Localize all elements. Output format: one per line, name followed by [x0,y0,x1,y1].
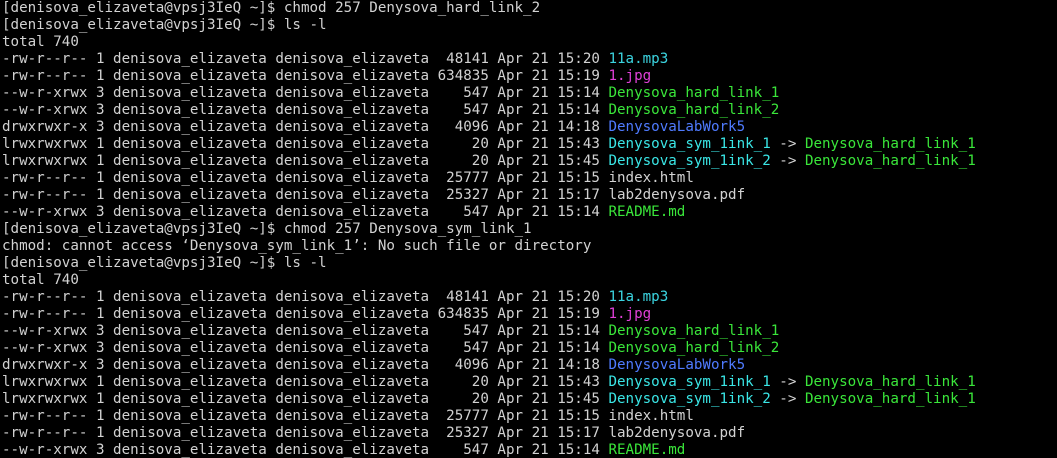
terminal-text-segment: README.md [608,442,686,458]
terminal-text-segment: -rw-r--r-- 1 denisova_elizaveta denisova… [2,425,746,441]
terminal-text-segment: 11a.mp3 [608,51,669,67]
terminal-line: lrwxrwxrwx 1 denisova_elizaveta denisova… [2,153,1057,170]
terminal-text-segment: Denysova_hard_link_1 [804,153,976,169]
terminal-text-segment: [denisova_elizaveta@vpsj3IeQ ~]$ ls -l [2,255,327,271]
terminal-text-segment: lrwxrwxrwx 1 denisova_elizaveta denisova… [2,153,609,169]
terminal-text-segment: chmod: cannot access ‘Denysova_sym_link_… [2,238,592,254]
terminal-text-segment: -rw-r--r-- 1 denisova_elizaveta denisova… [2,306,609,322]
terminal-line: -rw-r--r-- 1 denisova_elizaveta denisova… [2,306,1057,323]
terminal-line: --w-r-xrwx 3 denisova_elizaveta denisova… [2,340,1057,357]
terminal-line: -rw-r--r-- 1 denisova_elizaveta denisova… [2,187,1057,204]
terminal-text-segment: Denysova_sym_1ink_1 [608,374,771,390]
terminal-text-segment: Denysova_hard_link_1 [804,374,976,390]
terminal-line: [denisova_elizaveta@vpsj3IeQ ~]$ chmod 2… [2,0,1057,17]
terminal-text-segment: -> [770,391,805,407]
terminal-text-segment: -> [770,136,805,152]
terminal-line: lrwxrwxrwx 1 denisova_elizaveta denisova… [2,391,1057,408]
terminal-line: lrwxrwxrwx 1 denisova_elizaveta denisova… [2,136,1057,153]
terminal-text-segment: [denisova_elizaveta@vpsj3IeQ ~]$ ls -l [2,17,327,33]
terminal-line: -rw-r--r-- 1 denisova_elizaveta denisova… [2,68,1057,85]
terminal-line: [denisova_elizaveta@vpsj3IeQ ~]$ chmod 2… [2,221,1057,238]
terminal-text-segment: -rw-r--r-- 1 denisova_elizaveta denisova… [2,170,694,186]
terminal-line: -rw-r--r-- 1 denisova_elizaveta denisova… [2,51,1057,68]
terminal-line: drwxrwxr-x 3 denisova_elizaveta denisova… [2,357,1057,374]
terminal-text-segment: DenysovaLabWork5 [608,357,746,373]
terminal-text-segment: README.md [608,204,686,220]
terminal-text-segment: -> [770,374,805,390]
terminal-text-segment: total 740 [2,272,79,288]
terminal-text-segment: Denysova_hard_link_1 [608,85,780,101]
terminal-line: --w-r-xrwx 3 denisova_elizaveta denisova… [2,442,1057,458]
terminal-text-segment: drwxrwxr-x 3 denisova_elizaveta denisova… [2,119,609,135]
terminal-text-segment: -rw-r--r-- 1 denisova_elizaveta denisova… [2,289,609,305]
terminal-line: lrwxrwxrwx 1 denisova_elizaveta denisova… [2,374,1057,391]
terminal-line: --w-r-xrwx 3 denisova_elizaveta denisova… [2,204,1057,221]
terminal-text-segment: -rw-r--r-- 1 denisova_elizaveta denisova… [2,51,609,67]
terminal-text-segment: 1.jpg [608,68,652,84]
terminal-text-segment: Denysova_sym_1ink_2 [608,391,771,407]
terminal-line: chmod: cannot access ‘Denysova_sym_link_… [2,238,1057,255]
terminal-text-segment: Denysova_hard_link_2 [608,102,780,118]
terminal-text-segment: DenysovaLabWork5 [608,119,746,135]
terminal-text-segment: Denysova_hard_link_1 [608,323,780,339]
terminal-line: --w-r-xrwx 3 denisova_elizaveta denisova… [2,102,1057,119]
terminal-text-segment: lrwxrwxrwx 1 denisova_elizaveta denisova… [2,136,609,152]
terminal-line: -rw-r--r-- 1 denisova_elizaveta denisova… [2,170,1057,187]
terminal-text-segment: -rw-r--r-- 1 denisova_elizaveta denisova… [2,187,746,203]
terminal-text-segment: Denysova_hard_link_2 [608,340,780,356]
terminal-line: --w-r-xrwx 3 denisova_elizaveta denisova… [2,85,1057,102]
terminal-text-segment: [denisova_elizaveta@vpsj3IeQ ~]$ chmod 2… [2,0,541,16]
terminal-text-segment: [denisova_elizaveta@vpsj3IeQ ~]$ chmod 2… [2,221,532,237]
terminal-line: --w-r-xrwx 3 denisova_elizaveta denisova… [2,323,1057,340]
terminal-text-segment: Denysova_hard_link_1 [804,391,976,407]
terminal-line: -rw-r--r-- 1 denisova_elizaveta denisova… [2,425,1057,442]
terminal-text-segment: --w-r-xrwx 3 denisova_elizaveta denisova… [2,323,609,339]
terminal-line: -rw-r--r-- 1 denisova_elizaveta denisova… [2,289,1057,306]
terminal-window[interactable]: [denisova_elizaveta@vpsj3IeQ ~]$ chmod 2… [0,0,1057,458]
terminal-line: [denisova_elizaveta@vpsj3IeQ ~]$ ls -l [2,17,1057,34]
terminal-line: [denisova_elizaveta@vpsj3IeQ ~]$ ls -l [2,255,1057,272]
terminal-text-segment: Denysova_hard_link_1 [804,136,976,152]
terminal-text-segment: lrwxrwxrwx 1 denisova_elizaveta denisova… [2,391,609,407]
terminal-line: drwxrwxr-x 3 denisova_elizaveta denisova… [2,119,1057,136]
terminal-text-segment: total 740 [2,34,79,50]
terminal-text-segment: Denysova_sym_1ink_1 [608,136,771,152]
terminal-text-segment: -> [770,153,805,169]
terminal-text-segment: 1.jpg [608,306,652,322]
terminal-text-segment: --w-r-xrwx 3 denisova_elizaveta denisova… [2,340,609,356]
terminal-line: -rw-r--r-- 1 denisova_elizaveta denisova… [2,408,1057,425]
terminal-text-segment: --w-r-xrwx 3 denisova_elizaveta denisova… [2,85,609,101]
terminal-text-segment: -rw-r--r-- 1 denisova_elizaveta denisova… [2,68,609,84]
terminal-text-segment: Denysova_sym_1ink_2 [608,153,771,169]
terminal-text-segment: --w-r-xrwx 3 denisova_elizaveta denisova… [2,102,609,118]
terminal-line: total 740 [2,34,1057,51]
terminal-line: total 740 [2,272,1057,289]
terminal-text-segment: --w-r-xrwx 3 denisova_elizaveta denisova… [2,442,609,458]
terminal-text-segment: --w-r-xrwx 3 denisova_elizaveta denisova… [2,204,609,220]
terminal-text-segment: 11a.mp3 [608,289,669,305]
terminal-text-segment: -rw-r--r-- 1 denisova_elizaveta denisova… [2,408,694,424]
terminal-text-segment: lrwxrwxrwx 1 denisova_elizaveta denisova… [2,374,609,390]
terminal-text-segment: drwxrwxr-x 3 denisova_elizaveta denisova… [2,357,609,373]
